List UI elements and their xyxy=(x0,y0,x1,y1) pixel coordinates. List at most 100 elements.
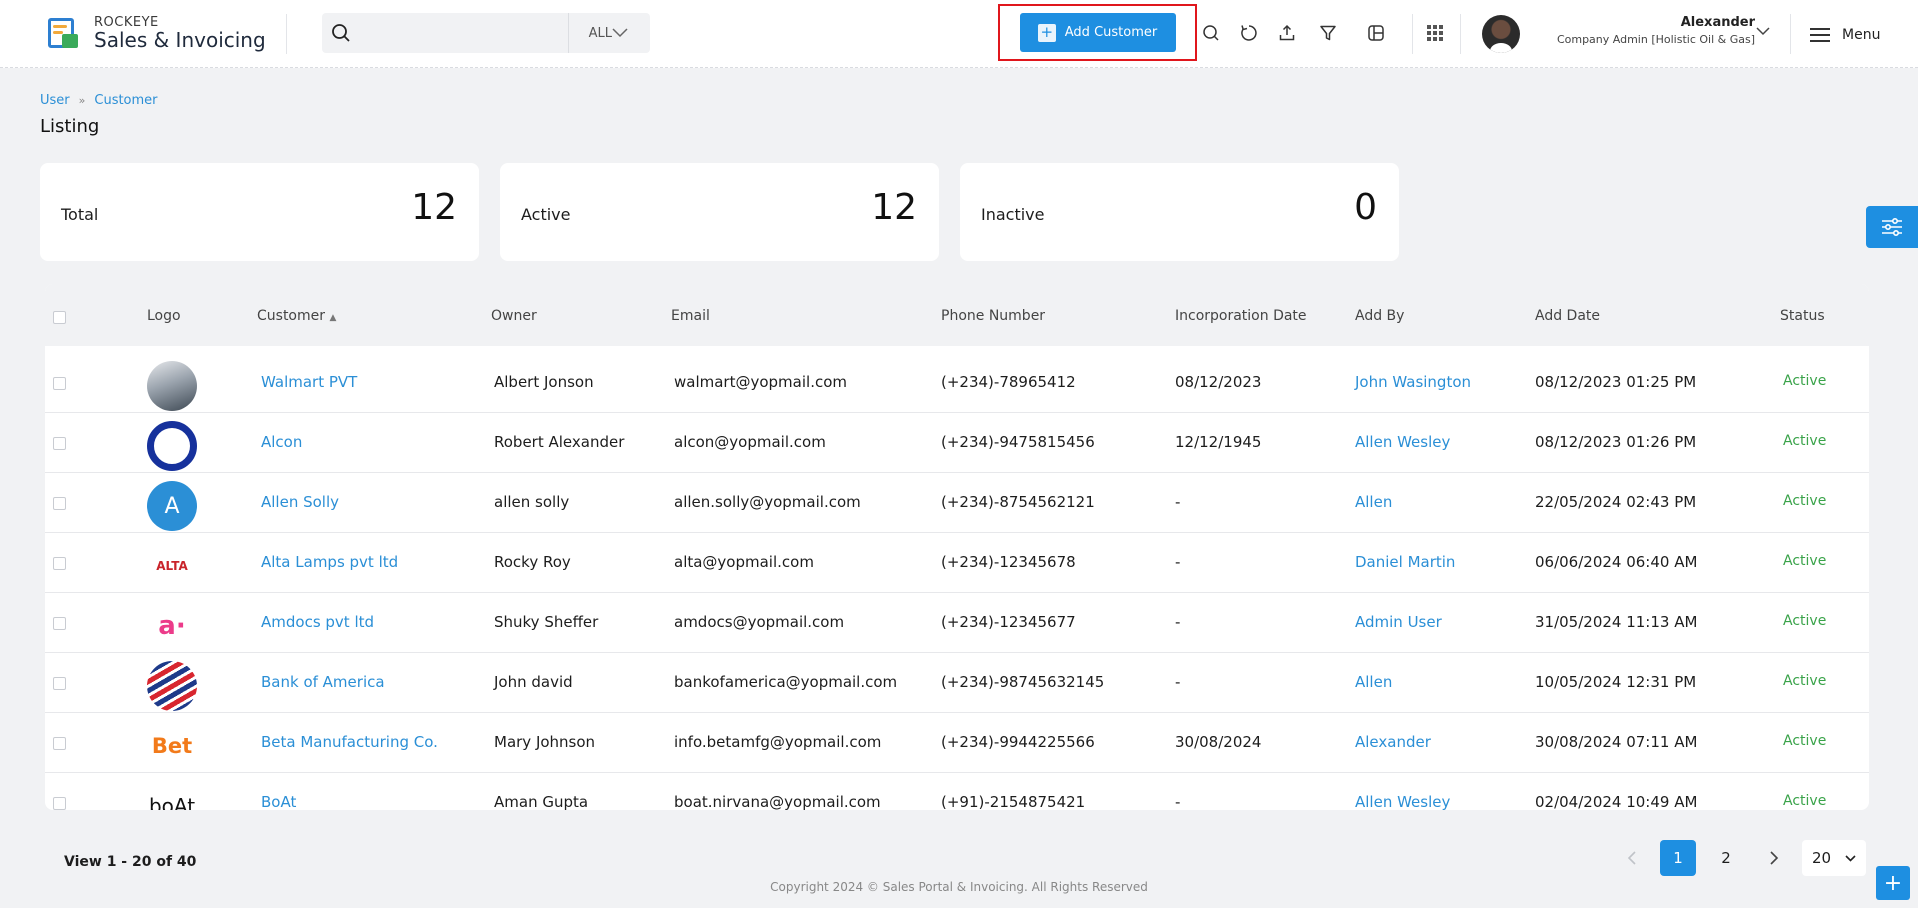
row-checkbox[interactable] xyxy=(53,617,66,630)
breadcrumb-customer[interactable]: Customer xyxy=(94,93,157,108)
next-page-button[interactable] xyxy=(1756,840,1792,876)
incorporation-date-cell: 12/12/1945 xyxy=(1175,433,1262,451)
customer-name-link[interactable]: Beta Manufacturing Co. xyxy=(261,733,438,751)
table-row[interactable]: Walmart PVT Albert Jonson walmart@yopmail.… xyxy=(45,353,1869,413)
bank-of-america-logo xyxy=(147,661,197,711)
customer-name-link[interactable]: Allen Solly xyxy=(261,493,339,511)
row-checkbox[interactable] xyxy=(53,797,66,810)
settings-sliders-icon[interactable] xyxy=(1866,206,1918,248)
view-count: View 1 - 20 of 40 xyxy=(64,854,197,870)
header-customer[interactable]: Customer ▲ xyxy=(257,308,336,324)
incorporation-date-cell: - xyxy=(1175,673,1181,691)
hamburger-icon xyxy=(1810,24,1830,46)
sort-icon: ▲ xyxy=(329,313,337,323)
stat-value: 12 xyxy=(871,187,917,228)
per-page-select[interactable]: 20 xyxy=(1802,840,1866,876)
add-customer-button[interactable]: + Add Customer xyxy=(1019,13,1176,52)
refresh-icon[interactable] xyxy=(1235,19,1263,47)
alta-logo: ALTA xyxy=(147,541,197,591)
search-input[interactable] xyxy=(359,13,568,53)
columns-icon[interactable] xyxy=(1362,19,1390,47)
search-icon[interactable] xyxy=(322,13,360,53)
email-cell: amdocs@yopmail.com xyxy=(674,613,845,631)
incorporation-date-cell: - xyxy=(1175,613,1181,631)
table-row[interactable]: Bet Beta Manufacturing Co. Mary Johnson inf… xyxy=(45,713,1869,773)
letter-avatar: A xyxy=(147,481,197,531)
customer-name-link[interactable]: Bank of America xyxy=(261,673,385,691)
page-title: Listing xyxy=(40,116,100,137)
add-date-cell: 22/05/2024 02:43 PM xyxy=(1535,493,1697,511)
add-by-link[interactable]: Allen xyxy=(1355,493,1392,511)
global-search: ALL xyxy=(322,13,650,53)
table-row[interactable]: ALTA Alta Lamps pvt ltd Rocky Roy alta@yopm… xyxy=(45,533,1869,593)
add-date-cell: 06/06/2024 06:40 AM xyxy=(1535,553,1698,571)
table-row[interactable]: A Allen Solly allen solly allen.solly@yopma… xyxy=(45,473,1869,533)
app-logo[interactable]: ROCKEYE Sales & Invoicing xyxy=(44,0,266,68)
phone-cell: (+234)-78965412 xyxy=(941,373,1076,391)
customer-name-link[interactable]: Walmart PVT xyxy=(261,373,357,391)
header-add-by: Add By xyxy=(1355,308,1405,324)
brand-title: Sales & Invoicing xyxy=(94,28,266,52)
incorporation-date-cell: - xyxy=(1175,793,1181,810)
row-checkbox[interactable] xyxy=(53,437,66,450)
email-cell: info.betamfg@yopmail.com xyxy=(674,733,882,751)
apps-grid-icon[interactable] xyxy=(1421,19,1449,47)
header-email: Email xyxy=(671,308,710,324)
email-cell: alcon@yopmail.com xyxy=(674,433,826,451)
add-by-link[interactable]: Daniel Martin xyxy=(1355,553,1455,571)
email-cell: walmart@yopmail.com xyxy=(674,373,847,391)
header-phone: Phone Number xyxy=(941,308,1046,324)
row-checkbox[interactable] xyxy=(53,737,66,750)
status-badge: Active xyxy=(1783,733,1827,749)
walmart-logo xyxy=(147,361,197,411)
status-badge: Active xyxy=(1783,673,1827,689)
filter-icon[interactable] xyxy=(1314,19,1342,47)
add-by-link[interactable]: John Wasington xyxy=(1355,373,1471,391)
search-tool-icon[interactable] xyxy=(1197,19,1225,47)
status-badge: Active xyxy=(1783,553,1827,569)
customer-name-link[interactable]: BoAt xyxy=(261,793,296,810)
row-checkbox[interactable] xyxy=(53,557,66,570)
header-owner: Owner xyxy=(491,308,537,324)
search-scope-select[interactable]: ALL xyxy=(569,26,650,41)
add-date-cell: 31/05/2024 11:13 AM xyxy=(1535,613,1698,631)
row-checkbox[interactable] xyxy=(53,377,66,390)
add-by-link[interactable]: Allen Wesley xyxy=(1355,433,1450,451)
customer-name-link[interactable]: Alta Lamps pvt ltd xyxy=(261,553,398,571)
chevron-down-icon xyxy=(612,28,628,38)
incorporation-date-cell: - xyxy=(1175,553,1181,571)
phone-cell: (+234)-12345677 xyxy=(941,613,1076,631)
add-by-link[interactable]: Allen xyxy=(1355,673,1392,691)
email-cell: allen.solly@yopmail.com xyxy=(674,493,861,511)
chevron-left-icon xyxy=(1627,851,1636,865)
header-logo: Logo xyxy=(147,308,181,324)
owner-cell: Shuky Sheffer xyxy=(494,613,599,631)
phone-cell: (+234)-9475815456 xyxy=(941,433,1095,451)
floating-add-button[interactable]: + xyxy=(1876,866,1910,900)
phone-cell: (+91)-2154875421 xyxy=(941,793,1086,810)
select-all-checkbox[interactable] xyxy=(53,311,66,324)
row-checkbox[interactable] xyxy=(53,497,66,510)
customer-name-link[interactable]: Alcon xyxy=(261,433,302,451)
main-menu-button[interactable]: Menu xyxy=(1810,24,1880,46)
stat-label: Active xyxy=(521,205,571,224)
header-incorporation-date: Incorporation Date xyxy=(1175,308,1307,324)
add-by-link[interactable]: Admin User xyxy=(1355,613,1442,631)
chevron-down-icon xyxy=(1756,27,1770,36)
chevron-right-icon: » xyxy=(78,94,86,107)
row-checkbox[interactable] xyxy=(53,677,66,690)
page-button-1[interactable]: 1 xyxy=(1660,840,1696,876)
add-by-link[interactable]: Alexander xyxy=(1355,733,1431,751)
user-menu[interactable]: Alexander Company Admin [Holistic Oil & … xyxy=(1482,14,1770,54)
add-by-link[interactable]: Allen Wesley xyxy=(1355,793,1450,810)
prev-page-button[interactable] xyxy=(1613,840,1649,876)
table-row[interactable]: Alcon Robert Alexander alcon@yopmail.com (+… xyxy=(45,413,1869,473)
breadcrumb-user[interactable]: User xyxy=(40,93,70,108)
upload-icon[interactable] xyxy=(1273,19,1301,47)
table-row[interactable]: a· Amdocs pvt ltd Shuky Sheffer amdocs@yopm… xyxy=(45,593,1869,653)
table-row[interactable]: boAt BoAt Aman Gupta boat.nirvana@yopmail.c… xyxy=(45,773,1869,810)
table-row[interactable]: Bank of America John david bankofamerica@y… xyxy=(45,653,1869,713)
add-date-cell: 10/05/2024 12:31 PM xyxy=(1535,673,1697,691)
customer-name-link[interactable]: Amdocs pvt ltd xyxy=(261,613,374,631)
page-button-2[interactable]: 2 xyxy=(1708,840,1744,876)
